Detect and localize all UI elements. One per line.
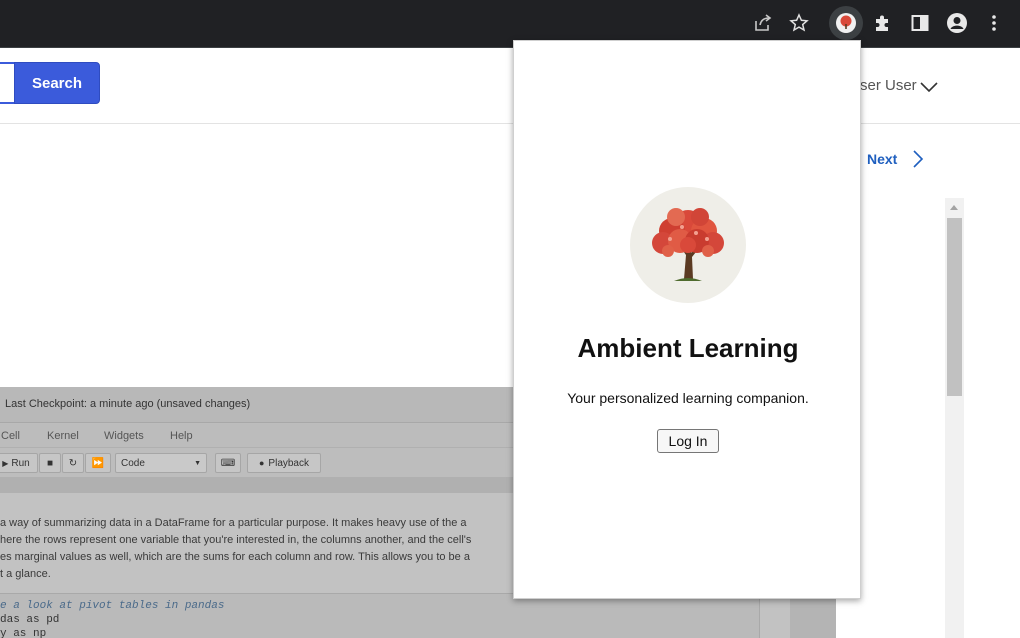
playback-button[interactable]: ● Playback	[247, 453, 321, 473]
cell-type-value: Code	[121, 457, 145, 469]
markdown-line: es marginal values as well, which are th…	[0, 551, 470, 563]
menu-cell[interactable]: Cell	[1, 430, 20, 442]
tree-logo-icon	[630, 187, 746, 303]
run-icon: ▶	[2, 458, 9, 468]
dropdown-arrow-icon: ▼	[194, 459, 201, 467]
stop-icon[interactable]: ■	[39, 453, 61, 473]
popup-title: Ambient Learning	[577, 333, 799, 363]
chevron-down-icon[interactable]	[920, 80, 938, 98]
menu-widgets[interactable]: Widgets	[104, 430, 144, 442]
extensions-puzzle-icon[interactable]	[869, 10, 895, 36]
cell-type-select[interactable]: Code ▼	[115, 453, 207, 473]
chevron-right-icon[interactable]	[912, 150, 924, 173]
run-button[interactable]: ▶ Run	[0, 453, 38, 473]
extension-popup: Ambient Learning Your personalized learn…	[513, 40, 861, 599]
markdown-line: a way of summarizing data in a DataFrame…	[0, 517, 467, 529]
scroll-up-arrow-icon[interactable]	[950, 205, 958, 210]
bookmark-star-icon[interactable]	[786, 10, 812, 36]
scrollbar-thumb[interactable]	[947, 218, 962, 396]
share-icon[interactable]	[750, 10, 776, 36]
fast-forward-icon[interactable]: ⏩	[85, 453, 111, 473]
run-label: Run	[11, 457, 30, 469]
toolbar-divider	[0, 47, 1020, 48]
markdown-line: t a glance.	[0, 568, 51, 580]
checkpoint-status: Last Checkpoint: a minute ago (unsaved c…	[5, 398, 251, 410]
menu-kernel[interactable]: Kernel	[47, 430, 79, 442]
playback-icon: ●	[258, 458, 265, 468]
restart-icon[interactable]: ↻	[62, 453, 84, 473]
login-button[interactable]: Log In	[657, 429, 719, 453]
code-line: y as np	[0, 628, 47, 638]
markdown-line: here the rows represent one variable tha…	[0, 534, 472, 546]
menu-help[interactable]: Help	[170, 430, 193, 442]
code-comment-line: e a look at pivot tables in pandas	[0, 600, 225, 612]
side-panel-icon[interactable]	[907, 10, 933, 36]
user-menu-label[interactable]: ser User	[860, 77, 917, 94]
browser-toolbar	[0, 0, 1020, 47]
keyboard-icon[interactable]: ⌨	[215, 453, 241, 473]
code-cell[interactable]: e a look at pivot tables in pandas das a…	[0, 593, 760, 638]
playback-label: Playback	[268, 457, 309, 469]
ambient-learning-extension-icon[interactable]	[833, 10, 859, 36]
code-line: das as pd	[0, 614, 60, 626]
next-link[interactable]: Next	[867, 151, 897, 167]
more-menu-icon[interactable]	[981, 10, 1007, 36]
header-divider	[0, 123, 1020, 124]
popup-tagline: Your personalized learning companion.	[567, 390, 809, 406]
search-button[interactable]: Search	[14, 62, 100, 104]
profile-icon[interactable]	[944, 10, 970, 36]
search-input[interactable]	[0, 62, 14, 104]
